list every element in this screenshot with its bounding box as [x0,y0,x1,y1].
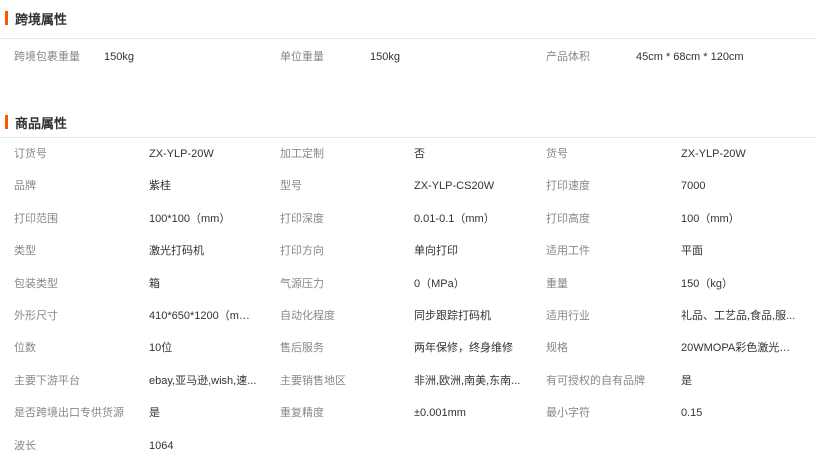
attr-label: 适用行业 [546,309,590,322]
attr-label: 打印速度 [546,180,590,193]
product-title-text: 商品属性 [15,115,68,131]
attr-value: 20WMOPA彩色激光打... [681,342,796,355]
table-row: 主要下游平台 ebay,亚马逊,wish,速... 主要销售地区 非洲,欧洲,南… [0,365,816,397]
attr-label: 打印深度 [280,212,324,225]
attr-value: 激光打码机 [149,245,204,258]
attr-value: 0.01-0.1（mm） [414,212,495,225]
attr-label: 位数 [14,342,36,355]
attr-value: 是 [149,407,160,420]
attr-label: 加工定制 [280,148,324,160]
attr-label: 跨境包裹重量 [14,51,80,63]
attr-value: ZX-YLP-CS20W [414,180,495,193]
attr-value: 7000 [681,180,706,193]
attr-label: 外形尺寸 [14,309,58,322]
attr-value: 0（MPa） [414,277,465,290]
attr-value: 同步跟踪打码机 [414,309,491,322]
attr-label: 型号 [280,180,302,193]
attr-label: 订货号 [14,148,47,160]
section-accent-bar [5,11,8,25]
table-row: 打印范围 100*100（mm） 打印深度 0.01-0.1（mm） 打印高度 … [0,203,816,235]
product-section-title: 商品属性 [0,113,67,131]
attr-label: 有可授权的自有品牌 [546,374,645,387]
attr-value: 150kg [370,51,400,63]
attr-value: 1064 [149,439,174,452]
attr-label: 波长 [14,439,36,452]
attr-label: 重量 [546,277,568,290]
attr-label: 品牌 [14,180,36,193]
attr-label: 重复精度 [280,407,324,420]
attr-value: 45cm * 68cm * 120cm [636,51,744,63]
table-row: 类型 激光打码机 打印方向 单向打印 适用工件 平面 [0,235,816,267]
attr-value: 平面 [681,245,703,258]
attr-value: ebay,亚马逊,wish,速... [149,374,257,387]
attr-value: 150（kg） [681,277,733,290]
attr-value: 0.15 [681,407,703,420]
attr-label: 包装类型 [14,277,58,290]
attr-value: 410*650*1200（mm） [149,309,259,322]
table-row: 品牌 紫桂 型号 ZX-YLP-CS20W 打印速度 7000 [0,170,816,202]
attr-label: 主要下游平台 [14,374,80,387]
attr-label: 适用工件 [546,245,590,258]
table-row: 包装类型 箱 气源压力 0（MPa） 重量 150（kg） [0,268,816,300]
cross-border-row: 跨境包裹重量 150kg 单位重量 150kg 产品体积 45cm * 68cm… [0,38,816,75]
attr-label: 打印高度 [546,212,590,225]
attr-value: ZX-YLP-20W [149,148,214,160]
attr-label: 打印方向 [280,245,324,258]
attr-value: 100（mm） [681,212,740,225]
attr-label: 自动化程度 [280,309,335,322]
attr-label: 最小字符 [546,407,590,420]
table-row: 是否跨境出口专供货源 是 重复精度 ±0.001mm 最小字符 0.15 [0,397,816,429]
attr-label: 产品体积 [546,51,590,63]
attr-value: 箱 [149,277,160,290]
cross-border-title-text: 跨境属性 [15,11,68,27]
attr-label: 单位重量 [280,51,324,63]
attr-value: ±0.001mm [414,407,466,420]
attr-value: 非洲,欧洲,南美,东南... [414,374,521,387]
attr-value: 100*100（mm） [149,212,231,225]
attr-label: 规格 [546,342,568,355]
attr-value: 单向打印 [414,245,458,258]
attr-value: 10位 [149,342,173,355]
table-row: 位数 10位 售后服务 两年保修，终身维修 规格 20WMOPA彩色激光打... [0,332,816,364]
attr-value: 两年保修，终身维修 [414,342,513,355]
table-row: 订货号 ZX-YLP-20W 加工定制 否 货号 ZX-YLP-20W [0,137,816,170]
attr-value: 是 [681,374,692,387]
section-accent-bar [5,115,8,129]
attr-label: 打印范围 [14,212,58,225]
table-row: 波长 1064 [0,430,816,462]
table-row: 外形尺寸 410*650*1200（mm） 自动化程度 同步跟踪打码机 适用行业… [0,300,816,332]
cross-border-section-title: 跨境属性 [0,9,67,27]
attr-label: 主要销售地区 [280,374,346,387]
attr-label: 货号 [546,148,568,160]
attr-value: 否 [414,148,425,160]
attr-value: 150kg [104,51,134,63]
attr-label: 类型 [14,245,36,258]
attr-label: 是否跨境出口专供货源 [14,407,124,420]
attr-label: 售后服务 [280,342,324,355]
attr-value: ZX-YLP-20W [681,148,746,160]
product-attributes-table: 订货号 ZX-YLP-20W 加工定制 否 货号 ZX-YLP-20W 品牌 紫… [0,137,816,462]
attr-value: 紫桂 [149,180,171,193]
attr-label: 气源压力 [280,277,324,290]
attr-value: 礼品、工艺品,食品,服... [681,309,796,322]
